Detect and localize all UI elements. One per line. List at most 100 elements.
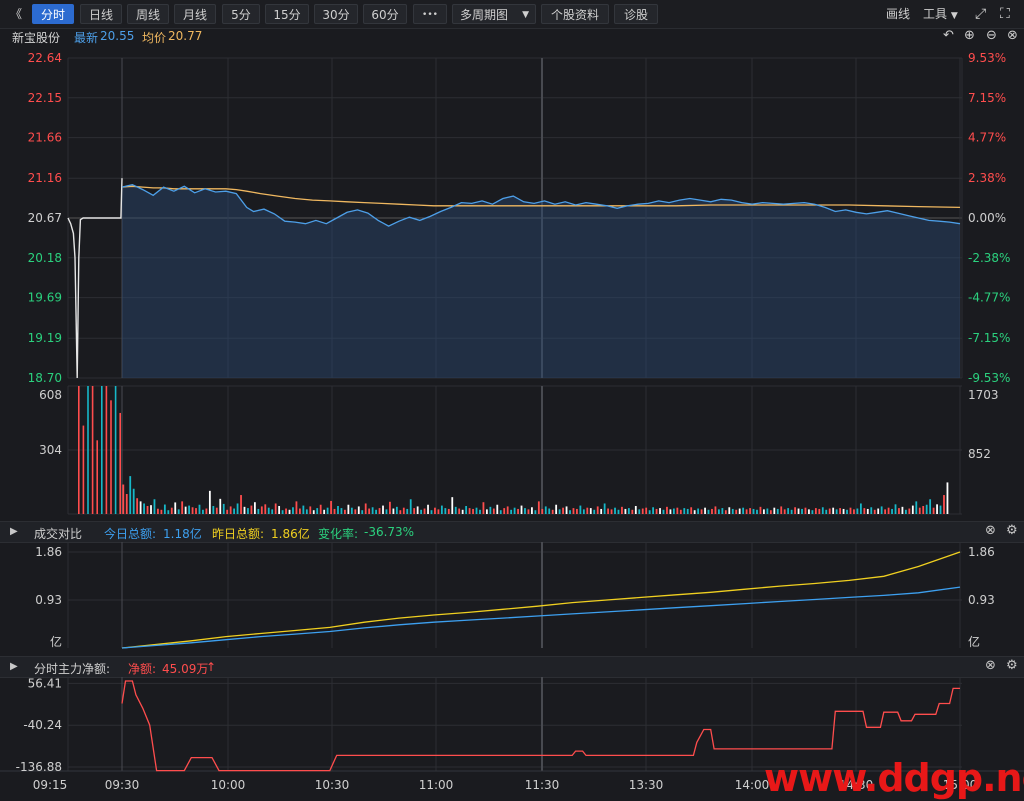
- volume-bar: [444, 508, 447, 514]
- volume-tick-label: 304: [39, 443, 62, 457]
- gear-icon[interactable]: ⚙: [1006, 523, 1018, 538]
- volume-bar: [898, 508, 900, 514]
- volume-bar: [260, 506, 263, 514]
- volume-bar: [503, 508, 506, 514]
- fullscreen-icon[interactable]: ⤢: [975, 4, 986, 24]
- volume-bar: [153, 499, 156, 514]
- volume-bar: [468, 508, 471, 514]
- volume-bar: [797, 508, 800, 514]
- volume-bar: [78, 386, 80, 514]
- volume-bar: [409, 499, 412, 514]
- volume-bar: [856, 508, 859, 514]
- collapse-icon[interactable]: ▶: [10, 661, 18, 672]
- volume-bar: [704, 507, 706, 514]
- volume-bar: [534, 510, 537, 514]
- volume-bar: [292, 507, 294, 514]
- period-tab-daily[interactable]: 日线: [80, 4, 122, 24]
- undo-icon[interactable]: ↶: [943, 28, 954, 43]
- volume-bar: [814, 508, 817, 514]
- volume-bar: [392, 508, 395, 514]
- volume-bar: [749, 508, 751, 514]
- volume-bar: [139, 501, 142, 514]
- volume-bar: [603, 503, 606, 514]
- zoom-in-icon[interactable]: ⊕: [964, 28, 975, 43]
- volume-bar: [884, 509, 887, 514]
- gear-icon[interactable]: ⚙: [1006, 658, 1018, 673]
- period-tab-monthly[interactable]: 月线: [174, 4, 216, 24]
- volume-bar: [610, 509, 613, 514]
- volume-bar: [832, 507, 835, 514]
- avg-value: 20.77: [168, 29, 203, 43]
- volume-bar: [160, 509, 163, 514]
- avg-label: 均价: [142, 31, 167, 45]
- period-tab-15min[interactable]: 15分: [265, 4, 309, 24]
- volume-bar: [110, 400, 112, 514]
- volume-bar: [454, 506, 457, 514]
- volume-bar: [821, 507, 824, 514]
- close-icon[interactable]: ⊗: [985, 658, 996, 673]
- period-tab-intraday[interactable]: 分时: [32, 4, 74, 24]
- volume-bar: [157, 508, 159, 514]
- volume-bar: [801, 508, 803, 514]
- volume-bar: [697, 508, 700, 514]
- collapse-icon[interactable]: 《: [10, 4, 22, 24]
- volume-bar: [236, 503, 239, 514]
- volume-bar: [330, 500, 332, 514]
- volume-bar: [122, 484, 125, 514]
- volume-bar: [714, 506, 717, 514]
- period-tab-weekly[interactable]: 周线: [127, 4, 169, 24]
- multi-period-dropdown[interactable]: 多周期图 ▼: [452, 4, 536, 24]
- change-tick-label: -7.15%: [968, 331, 1010, 345]
- change-rate-value: -36.73%: [364, 525, 415, 539]
- turnover-unit-label: 亿: [50, 634, 62, 649]
- volume-bar: [614, 507, 616, 514]
- volume-bar: [208, 490, 211, 514]
- volume-bar: [222, 503, 225, 514]
- volume-bar: [666, 506, 668, 514]
- volume-bar: [510, 509, 513, 514]
- close-icon[interactable]: ⊗: [1007, 28, 1018, 43]
- time-tick-label: 09:30: [105, 778, 140, 792]
- volume-bar: [541, 508, 544, 514]
- close-icon[interactable]: ⊗: [985, 523, 996, 538]
- volume-bar: [922, 506, 925, 514]
- zoom-out-icon[interactable]: ⊖: [986, 28, 997, 43]
- volume-bar: [257, 508, 260, 514]
- volume-bar: [849, 507, 852, 514]
- volume-bar: [672, 508, 675, 514]
- tools-menu[interactable]: 工具 ▼: [923, 4, 958, 24]
- time-tick-label: 11:00: [419, 778, 454, 792]
- volume-bar: [195, 508, 197, 514]
- more-button[interactable]: •••: [413, 4, 447, 24]
- latest-label: 最新: [74, 31, 99, 45]
- price-volume-chart[interactable]: 22.64 22.15 21.66 21.16 20.67 20.18 19.69 19.19…: [0, 46, 1024, 566]
- volume-bar: [447, 508, 450, 514]
- volume-bar: [250, 505, 253, 514]
- volume-bar: [562, 507, 564, 514]
- period-tab-60min[interactable]: 60分: [363, 4, 407, 24]
- volume-bar: [811, 510, 814, 514]
- turnover-chart[interactable]: 1.86 0.93 亿 1.86 0.93 亿: [0, 542, 1024, 657]
- volume-bar: [718, 509, 720, 514]
- volume-bar: [870, 507, 873, 514]
- volume-bar: [558, 509, 561, 514]
- volume-bar: [506, 506, 509, 514]
- volume-bar: [174, 502, 177, 514]
- volume-bar: [205, 508, 208, 514]
- stock-profile-button[interactable]: 个股资料: [541, 4, 609, 24]
- draw-line-button[interactable]: 画线: [886, 4, 910, 24]
- net-amount-label: 净额:: [128, 662, 157, 676]
- volume-bar: [527, 509, 530, 514]
- time-tick-label: 11:30: [525, 778, 560, 792]
- collapse-icon[interactable]: ▶: [10, 526, 18, 537]
- diagnose-button[interactable]: 诊股: [614, 4, 658, 24]
- volume-bar: [402, 507, 405, 514]
- volume-bar: [430, 510, 433, 514]
- period-tab-30min[interactable]: 30分: [314, 4, 358, 24]
- expand-icon[interactable]: ⛶: [1000, 4, 1010, 24]
- volume-bar: [354, 509, 357, 514]
- period-tab-5min[interactable]: 5分: [222, 4, 260, 24]
- volume-bar: [589, 508, 592, 514]
- volume-bar: [607, 508, 609, 514]
- volume-bar: [361, 510, 364, 514]
